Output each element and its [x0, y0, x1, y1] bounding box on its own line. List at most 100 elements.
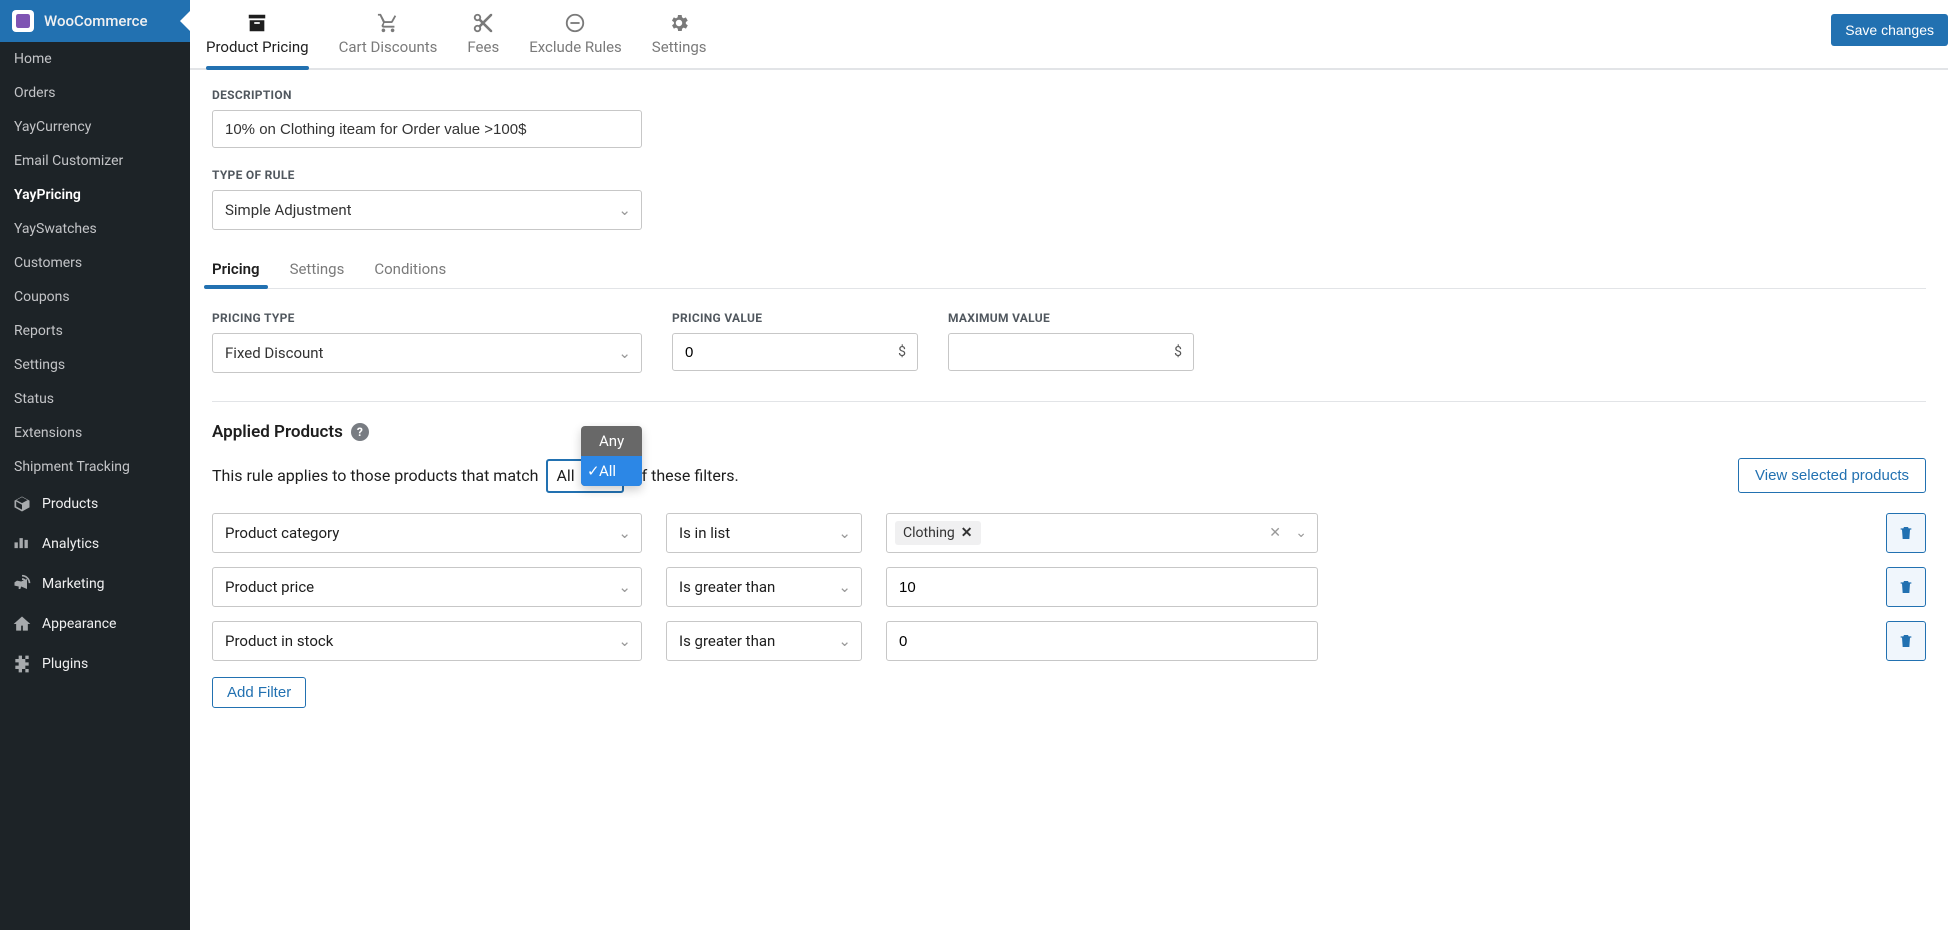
sidebar-item-email-customizer[interactable]: Email Customizer [0, 144, 190, 178]
type-of-rule-label: TYPE OF RULE [212, 168, 1926, 182]
currency-symbol: $ [898, 344, 906, 360]
gear-icon [668, 12, 690, 34]
chevron-down-icon: ⌄ [618, 632, 631, 650]
filter-tag: Clothing ✕ [895, 521, 981, 545]
active-pointer [180, 11, 190, 31]
sidebar-section-marketing[interactable]: Marketing [0, 564, 190, 604]
filter-operator-value: Is greater than [679, 578, 775, 596]
filter-row: Product price ⌄ Is greater than ⌄ [212, 567, 1926, 607]
tab-fees[interactable]: Fees [467, 0, 499, 68]
sidebar-section-appearance[interactable]: Appearance [0, 604, 190, 644]
archive-icon [246, 12, 268, 34]
filter-operator-value: Is greater than [679, 632, 775, 650]
chevron-down-icon: ⌄ [618, 524, 631, 542]
save-button[interactable]: Save changes [1831, 14, 1948, 46]
match-option-all[interactable]: ✓ All [581, 456, 642, 486]
sidebar-item-yaypricing[interactable]: YayPricing [0, 178, 190, 212]
type-of-rule-select[interactable]: Simple Adjustment ⌄ [212, 190, 642, 230]
filter-value-tag-select[interactable]: Clothing ✕ ✕ ⌄ [886, 513, 1318, 553]
remove-tag-icon[interactable]: ✕ [961, 525, 973, 541]
trash-icon [1898, 579, 1914, 595]
sidebar-section-plugins[interactable]: Plugins [0, 644, 190, 684]
add-filter-button[interactable]: Add Filter [212, 677, 306, 708]
type-of-rule-value: Simple Adjustment [225, 201, 352, 219]
sidebar-item-status[interactable]: Status [0, 382, 190, 416]
pricing-type-label: PRICING TYPE [212, 311, 642, 325]
delete-filter-button[interactable] [1886, 513, 1926, 553]
filter-operator-select[interactable]: Is in list ⌄ [666, 513, 862, 553]
sidebar-section-label: Analytics [42, 536, 99, 552]
description-label: DESCRIPTION [212, 88, 1926, 102]
clear-icon[interactable]: ✕ [1269, 525, 1281, 541]
sidebar-section-analytics[interactable]: Analytics [0, 524, 190, 564]
sidebar-item-home[interactable]: Home [0, 42, 190, 76]
chevron-down-icon: ⌄ [618, 344, 631, 362]
sidebar-header[interactable]: WooCommerce [0, 0, 190, 42]
tab-label: Cart Discounts [339, 38, 438, 56]
trash-icon [1898, 633, 1914, 649]
match-option-label: All [599, 462, 616, 480]
filter-field-value: Product price [225, 578, 314, 596]
description-input[interactable] [212, 110, 642, 148]
sidebar-item-yayswatches[interactable]: YaySwatches [0, 212, 190, 246]
filter-field-value: Product category [225, 524, 339, 542]
sidebar-item-orders[interactable]: Orders [0, 76, 190, 110]
filter-field-select[interactable]: Product category ⌄ [212, 513, 642, 553]
chevron-down-icon: ⌄ [838, 578, 851, 596]
innertab-conditions[interactable]: Conditions [374, 250, 446, 288]
chevron-down-icon: ⌄ [838, 524, 851, 542]
pricing-value-label: PRICING VALUE [672, 311, 918, 325]
match-option-any[interactable]: Any [581, 426, 642, 456]
filter-operator-select[interactable]: Is greater than ⌄ [666, 567, 862, 607]
filter-field-value: Product in stock [225, 632, 333, 650]
innertab-pricing[interactable]: Pricing [212, 250, 260, 288]
filter-operator-select[interactable]: Is greater than ⌄ [666, 621, 862, 661]
tab-label: Exclude Rules [529, 38, 622, 56]
view-selected-products-button[interactable]: View selected products [1738, 458, 1926, 493]
filter-field-select[interactable]: Product in stock ⌄ [212, 621, 642, 661]
tab-settings[interactable]: Settings [652, 0, 707, 68]
delete-filter-button[interactable] [1886, 621, 1926, 661]
pricing-value-input[interactable] [672, 333, 918, 371]
pricing-type-select[interactable]: Fixed Discount ⌄ [212, 333, 642, 373]
exclude-icon [564, 12, 586, 34]
chevron-down-icon: ⌄ [1295, 525, 1307, 541]
scissors-icon [472, 12, 494, 34]
delete-filter-button[interactable] [1886, 567, 1926, 607]
marketing-icon [12, 574, 32, 594]
cart-icon [377, 12, 399, 34]
help-icon[interactable]: ? [351, 423, 369, 441]
chevron-down-icon: ⌄ [838, 632, 851, 650]
top-tabs: Product Pricing Cart Discounts Fees Excl… [190, 0, 1948, 70]
sidebar-section-products[interactable]: Products [0, 484, 190, 524]
sidebar-item-coupons[interactable]: Coupons [0, 280, 190, 314]
sidebar-item-reports[interactable]: Reports [0, 314, 190, 348]
filter-field-select[interactable]: Product price ⌄ [212, 567, 642, 607]
check-icon: ✓ [587, 462, 600, 480]
sidebar-item-customers[interactable]: Customers [0, 246, 190, 280]
filter-value-input[interactable] [886, 621, 1318, 661]
tab-cart-discounts[interactable]: Cart Discounts [339, 0, 438, 68]
chevron-down-icon: ⌄ [618, 578, 631, 596]
sidebar-item-shipment-tracking[interactable]: Shipment Tracking [0, 450, 190, 484]
sidebar-item-yaycurrency[interactable]: YayCurrency [0, 110, 190, 144]
innertab-settings[interactable]: Settings [290, 250, 345, 288]
sidebar-item-extensions[interactable]: Extensions [0, 416, 190, 450]
sidebar-header-label: WooCommerce [44, 12, 148, 30]
currency-symbol: $ [1174, 344, 1182, 360]
tab-label: Product Pricing [206, 38, 309, 56]
filter-tag-label: Clothing [903, 525, 955, 541]
tab-product-pricing[interactable]: Product Pricing [206, 0, 309, 68]
content: DESCRIPTION TYPE OF RULE Simple Adjustme… [190, 70, 1948, 726]
applied-products-title: Applied Products ? [212, 422, 1926, 442]
maximum-value-input[interactable] [948, 333, 1194, 371]
match-dropdown: Any ✓ All [581, 426, 642, 486]
filter-value-input[interactable] [886, 567, 1318, 607]
sidebar-section-label: Products [42, 496, 98, 512]
sidebar-section-label: Plugins [42, 656, 88, 672]
woo-icon [12, 10, 34, 32]
sidebar-item-settings[interactable]: Settings [0, 348, 190, 382]
filter-operator-value: Is in list [679, 524, 730, 542]
tab-exclude-rules[interactable]: Exclude Rules [529, 0, 622, 68]
maximum-value-label: MAXIMUM VALUE [948, 311, 1194, 325]
